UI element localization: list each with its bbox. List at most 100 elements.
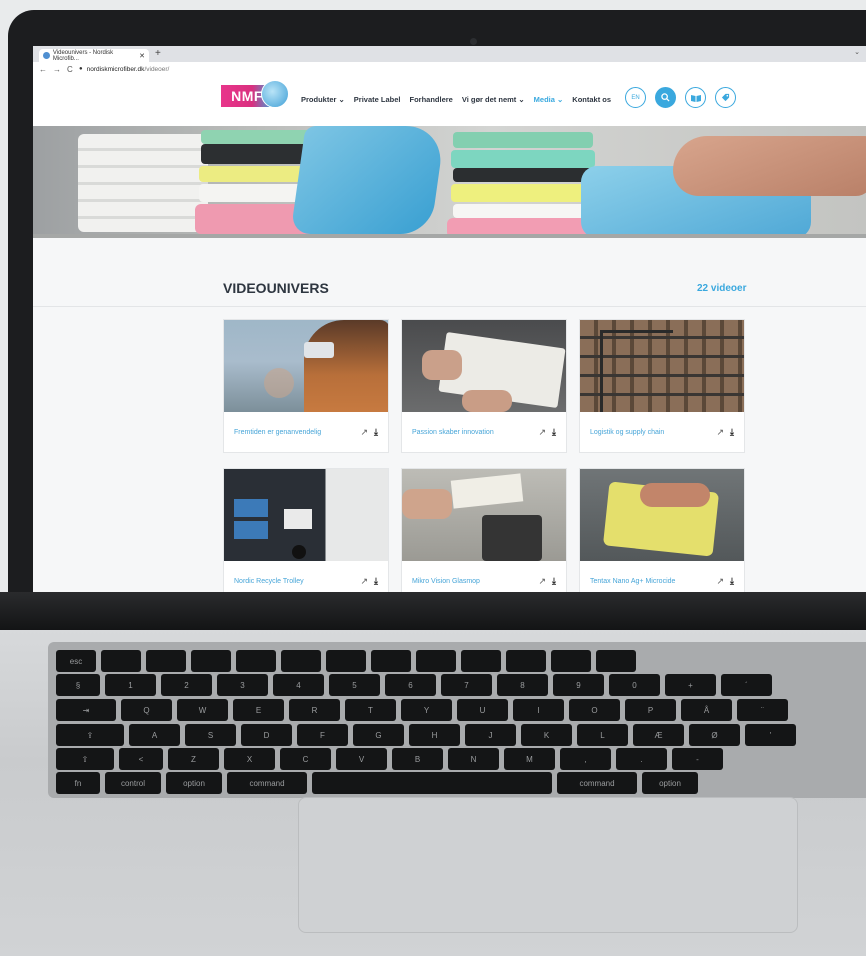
key bbox=[191, 650, 231, 672]
menu-vi-gor-det-nemt[interactable]: Vi gør det nemt ⌄ bbox=[462, 95, 525, 104]
key: § bbox=[56, 674, 100, 696]
laptop-hinge bbox=[0, 592, 866, 632]
forward-icon[interactable]: → bbox=[53, 65, 61, 74]
key: D bbox=[241, 724, 292, 746]
download-icon[interactable]: ⤓ bbox=[374, 576, 378, 587]
new-tab-button[interactable]: + bbox=[155, 48, 161, 59]
video-thumbnail[interactable] bbox=[402, 469, 566, 561]
key: Z bbox=[168, 748, 219, 770]
key: 7 bbox=[441, 674, 492, 696]
key-row-3: ⇥ Q W E R T Y U I O P Å ¨ bbox=[56, 699, 788, 721]
external-link-icon[interactable]: ↗ bbox=[716, 576, 724, 587]
download-icon[interactable]: ⤓ bbox=[374, 427, 378, 438]
key: - bbox=[672, 748, 723, 770]
logo-globe-icon bbox=[261, 80, 289, 108]
key: B bbox=[392, 748, 443, 770]
key: fn bbox=[56, 772, 100, 794]
key: 5 bbox=[329, 674, 380, 696]
browser-tabbar: Videounivers - Nordisk Microfib... ✕ + ⌄ bbox=[33, 46, 866, 62]
browser-tab[interactable]: Videounivers - Nordisk Microfib... ✕ bbox=[39, 49, 149, 62]
video-title[interactable]: Mikro Vision Glasmop bbox=[412, 578, 532, 585]
close-tab-icon[interactable]: ✕ bbox=[139, 52, 145, 60]
video-card[interactable]: Logistik og supply chain ↗ ⤓ bbox=[579, 319, 745, 453]
key: A bbox=[129, 724, 180, 746]
menu-media[interactable]: Media ⌄ bbox=[534, 95, 564, 104]
external-link-icon[interactable]: ↗ bbox=[538, 576, 546, 587]
key: . bbox=[616, 748, 667, 770]
reload-icon[interactable]: C bbox=[67, 65, 73, 74]
tag-icon bbox=[721, 93, 730, 102]
key: J bbox=[465, 724, 516, 746]
key: ⇪ bbox=[56, 724, 124, 746]
download-icon[interactable]: ⤓ bbox=[730, 576, 734, 587]
language-button[interactable]: EN bbox=[625, 87, 646, 108]
key: control bbox=[105, 772, 161, 794]
video-thumbnail[interactable] bbox=[224, 469, 388, 561]
catalog-button[interactable] bbox=[685, 87, 706, 108]
camera-icon bbox=[470, 38, 477, 45]
video-card[interactable]: Mikro Vision Glasmop ↗ ⤓ bbox=[401, 468, 567, 592]
video-title[interactable]: Tentax Nano Ag+ Microcide bbox=[590, 578, 710, 585]
download-icon[interactable]: ⤓ bbox=[730, 427, 734, 438]
key bbox=[551, 650, 591, 672]
video-thumbnail[interactable] bbox=[224, 320, 388, 412]
key: ' bbox=[745, 724, 796, 746]
book-icon bbox=[690, 94, 701, 102]
external-link-icon[interactable]: ↗ bbox=[716, 427, 724, 438]
key: option bbox=[642, 772, 698, 794]
download-icon[interactable]: ⤓ bbox=[552, 427, 556, 438]
nav-controls: ← → C bbox=[39, 65, 73, 74]
menu-private-label[interactable]: Private Label bbox=[354, 95, 401, 104]
tag-button[interactable] bbox=[715, 87, 736, 108]
video-card[interactable]: Tentax Nano Ag+ Microcide ↗ ⤓ bbox=[579, 468, 745, 592]
key: 4 bbox=[273, 674, 324, 696]
key bbox=[416, 650, 456, 672]
lock-icon: ● bbox=[79, 66, 83, 72]
tab-title: Videounivers - Nordisk Microfib... bbox=[52, 49, 114, 62]
key: 1 bbox=[105, 674, 156, 696]
search-button[interactable] bbox=[655, 87, 676, 108]
external-link-icon[interactable]: ↗ bbox=[360, 576, 368, 587]
video-card[interactable]: Nordic Recycle Trolley ↗ ⤓ bbox=[223, 468, 389, 592]
video-thumbnail[interactable] bbox=[580, 320, 744, 412]
divider bbox=[33, 306, 866, 307]
video-thumbnail[interactable] bbox=[402, 320, 566, 412]
menu-produkter[interactable]: Produkter ⌄ bbox=[301, 95, 345, 104]
key: + bbox=[665, 674, 716, 696]
video-title[interactable]: Fremtiden er genanvendelig bbox=[234, 429, 354, 436]
key bbox=[146, 650, 186, 672]
video-card[interactable]: Fremtiden er genanvendelig ↗ ⤓ bbox=[223, 319, 389, 453]
site-header: NMF Produkter ⌄ Private Label Forhandler… bbox=[33, 76, 866, 126]
key: ⇥ bbox=[56, 699, 116, 721]
key: G bbox=[353, 724, 404, 746]
key: H bbox=[409, 724, 460, 746]
menu-kontakt-os[interactable]: Kontakt os bbox=[572, 95, 611, 104]
page-title: VIDEOUNIVERS bbox=[223, 280, 329, 296]
key: 2 bbox=[161, 674, 212, 696]
key: M bbox=[504, 748, 555, 770]
tab-menu-button[interactable]: ⌄ bbox=[854, 48, 860, 56]
key: 8 bbox=[497, 674, 548, 696]
key: O bbox=[569, 699, 620, 721]
back-icon[interactable]: ← bbox=[39, 65, 47, 74]
key: Y bbox=[401, 699, 452, 721]
address-bar[interactable]: ← → C ● nordiskmicrofiber.dk/videoer/ bbox=[33, 62, 866, 77]
hero-banner bbox=[33, 126, 866, 238]
download-icon[interactable]: ⤓ bbox=[552, 576, 556, 587]
video-title[interactable]: Nordic Recycle Trolley bbox=[234, 578, 354, 585]
video-thumbnail[interactable] bbox=[580, 469, 744, 561]
video-title[interactable]: Logistik og supply chain bbox=[590, 429, 710, 436]
video-title[interactable]: Passion skaber innovation bbox=[412, 429, 532, 436]
key: option bbox=[166, 772, 222, 794]
key-row-1: esc bbox=[56, 650, 636, 672]
video-card[interactable]: Passion skaber innovation ↗ ⤓ bbox=[401, 319, 567, 453]
key bbox=[281, 650, 321, 672]
menu-forhandlere[interactable]: Forhandlere bbox=[410, 95, 453, 104]
url-field[interactable]: nordiskmicrofiber.dk/videoer/ bbox=[87, 66, 170, 73]
external-link-icon[interactable]: ↗ bbox=[538, 427, 546, 438]
key: 6 bbox=[385, 674, 436, 696]
key: E bbox=[233, 699, 284, 721]
key: < bbox=[119, 748, 163, 770]
external-link-icon[interactable]: ↗ bbox=[360, 427, 368, 438]
key: S bbox=[185, 724, 236, 746]
